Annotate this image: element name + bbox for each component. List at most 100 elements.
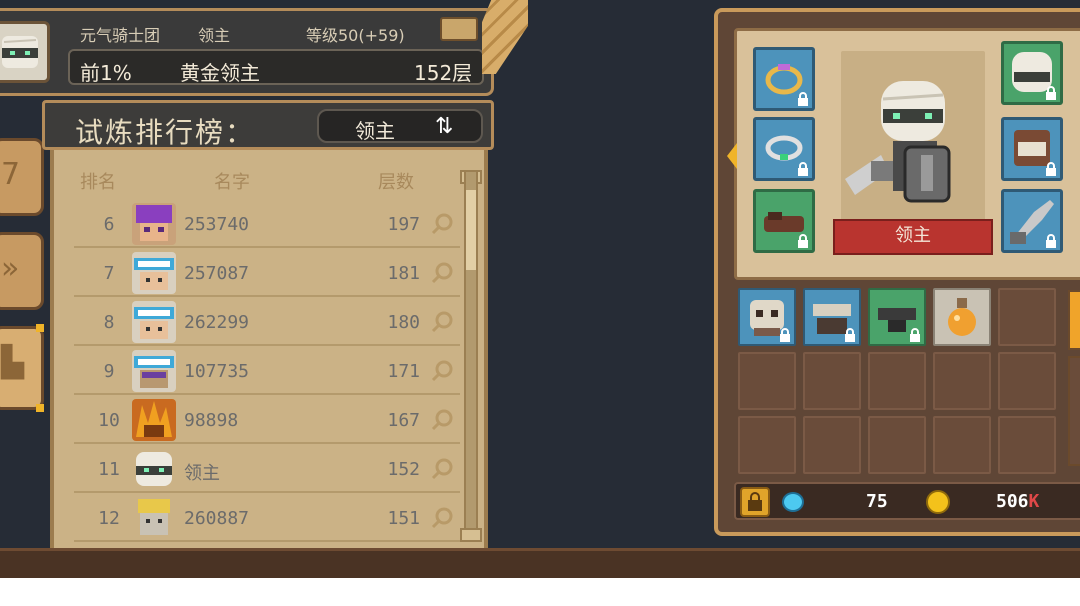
equipment-panel: 领主 75 506K [714, 8, 1080, 536]
inventory-slot[interactable] [998, 288, 1056, 346]
side-panel-tab-2[interactable] [1068, 356, 1080, 466]
inventory-slot[interactable] [998, 416, 1056, 474]
tab-1-icon: 7 [1, 157, 21, 192]
player-avatar-icon [132, 448, 176, 490]
gem-count: 75 [866, 491, 888, 512]
player-avatar-icon [132, 399, 176, 441]
row-player-name: 262299 [184, 312, 250, 333]
lock-icon [798, 162, 808, 176]
gold-coin-icon [926, 490, 950, 514]
character-name-ribbon: 领主 [833, 219, 993, 255]
inventory-slot[interactable] [868, 288, 926, 346]
row-player-name: 107735 [184, 361, 250, 382]
lock-icon [1046, 234, 1056, 248]
side-tab-3[interactable]: ▙ [0, 326, 44, 410]
inventory-slot[interactable] [998, 352, 1056, 410]
player-avatar-icon [132, 252, 176, 294]
row-rank: 8 [103, 312, 115, 333]
lock-icon [748, 492, 762, 511]
player-avatar-icon [132, 497, 176, 539]
guild-name: 元气骑士团 [80, 26, 161, 45]
inventory-slot[interactable] [803, 416, 861, 474]
tab-3-icon: ▙ [1, 345, 25, 380]
row-rank: 6 [103, 214, 115, 235]
equip-slot-amulet[interactable] [753, 117, 815, 181]
corner-decoration [482, 0, 528, 74]
tab-2-icon: » [1, 251, 20, 286]
lord-character-icon [845, 81, 951, 203]
row-floors: 180 [387, 312, 420, 333]
column-floors-header: 层数 [378, 172, 414, 193]
magnifier-icon[interactable] [430, 457, 454, 481]
magnifier-icon[interactable] [430, 359, 454, 383]
equip-slot-ring[interactable] [753, 47, 815, 111]
player-avatar[interactable] [0, 21, 50, 83]
table-row[interactable]: 7 257087 181 [74, 249, 460, 297]
selected-corner-icon [36, 324, 44, 332]
column-name-header: 名字 [214, 172, 250, 193]
potion-icon [948, 298, 976, 336]
lock-icon [1046, 86, 1056, 100]
magnifier-icon[interactable] [430, 261, 454, 285]
scroll-thumb[interactable] [466, 190, 476, 270]
column-rank-header: 排名 [80, 172, 116, 193]
row-rank: 10 [98, 410, 120, 431]
selected-corner-icon [36, 404, 44, 412]
leaderboard-title: 试炼排行榜： [75, 116, 256, 149]
table-row[interactable]: 6 253740 197 [74, 200, 460, 248]
row-rank: 9 [103, 361, 115, 382]
lock-toggle-button[interactable] [740, 487, 770, 517]
mode-switch-button[interactable]: 领主 ⇅ [317, 109, 483, 143]
magnifier-icon[interactable] [430, 408, 454, 432]
side-tab-1[interactable]: 7 [0, 138, 44, 216]
gold-count: 506K [996, 491, 1039, 512]
table-row[interactable]: 10 98898 167 [74, 396, 460, 444]
character-equipment: 领主 [727, 28, 1080, 280]
inventory-slot[interactable] [868, 352, 926, 410]
player-avatar-icon [132, 203, 176, 245]
magnifier-icon[interactable] [430, 310, 454, 334]
lock-icon [1046, 162, 1056, 176]
inventory-slot[interactable] [933, 352, 991, 410]
magnifier-icon[interactable] [430, 212, 454, 236]
player-avatar-icon [132, 350, 176, 392]
prev-character-arrow-icon[interactable] [727, 143, 737, 169]
equip-slot-armor[interactable] [1001, 117, 1063, 181]
inventory-slot[interactable] [738, 416, 796, 474]
side-tab-2[interactable]: » [0, 232, 44, 310]
equip-slot-weapon[interactable] [1001, 189, 1063, 253]
lock-icon [910, 328, 920, 342]
table-row[interactable]: 8 262299 180 [74, 298, 460, 346]
scroll-down-button[interactable] [460, 528, 482, 542]
lock-icon [798, 92, 808, 106]
table-row[interactable]: 9 107735 171 [74, 347, 460, 395]
row-floors: 181 [387, 263, 420, 284]
rank-summary: 前1% 黄金领主 152层 [68, 49, 484, 85]
floor-strip [0, 548, 1080, 578]
inventory-slot[interactable] [803, 352, 861, 410]
inventory-slot[interactable] [933, 288, 991, 346]
gem-icon [782, 492, 804, 512]
leaderboard-scrollbar[interactable] [464, 170, 478, 540]
inventory-slot[interactable] [933, 416, 991, 474]
glasses-icon[interactable] [440, 17, 478, 41]
table-row[interactable]: 12 260887 151 [74, 494, 460, 542]
player-role: 领主 [198, 26, 231, 45]
inventory-slot[interactable] [868, 416, 926, 474]
side-panel-tab[interactable] [1068, 290, 1080, 350]
leaderboard-panel: 排名 名字 层数 6 253740 197 7 257087 181 8 262… [50, 150, 488, 578]
inventory-slot[interactable] [738, 288, 796, 346]
mode-label: 领主 [355, 119, 395, 143]
magnifier-icon[interactable] [430, 506, 454, 530]
row-rank: 12 [98, 508, 120, 529]
equip-slot-helmet[interactable] [1001, 41, 1063, 105]
player-avatar-icon [132, 301, 176, 343]
equip-slot-boots[interactable] [753, 189, 815, 253]
bottom-margin [0, 578, 1080, 606]
row-floors: 197 [387, 214, 420, 235]
table-row[interactable]: 11 领主 152 [74, 445, 460, 493]
lock-icon [798, 234, 808, 248]
lock-icon [780, 328, 790, 342]
inventory-slot[interactable] [803, 288, 861, 346]
inventory-slot[interactable] [738, 352, 796, 410]
